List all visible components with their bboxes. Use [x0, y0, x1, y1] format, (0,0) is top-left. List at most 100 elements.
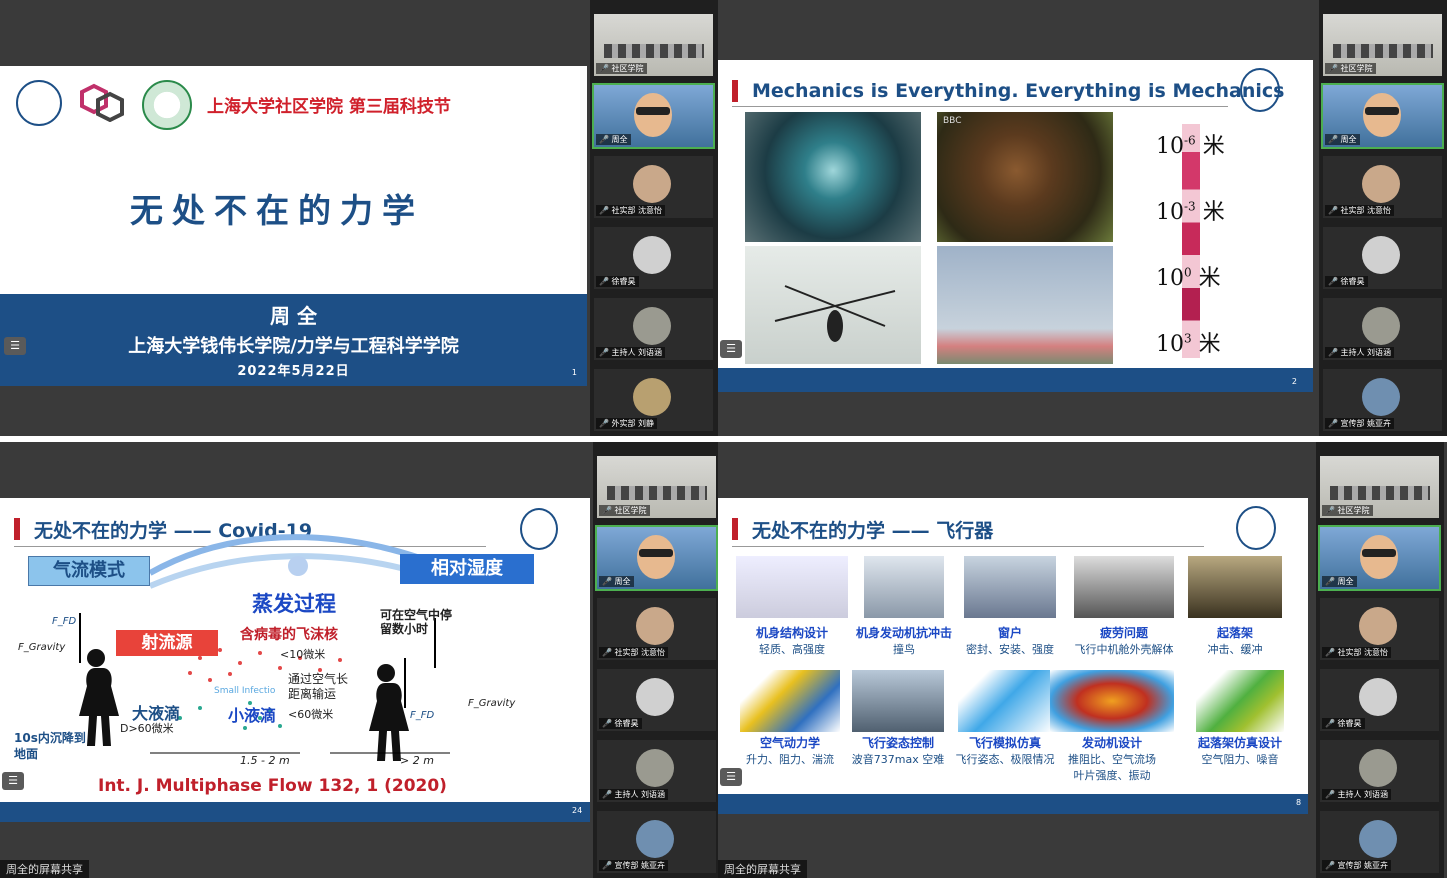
participant-tile[interactable]: 🎤 宣传部 姚亚卉 — [597, 811, 716, 873]
topic-subtitle: 推阻比、空气流场 — [1068, 753, 1156, 766]
distance-2-label: > 2 m — [400, 754, 434, 767]
participant-tile[interactable]: 🎤 宣传部 姚亚卉 — [1323, 369, 1442, 431]
participant-name: 🎤 社实部 沈意怡 — [1322, 647, 1392, 658]
participant-tile[interactable]: 🎤 社实部 沈意怡 — [1320, 598, 1439, 660]
meeting-window-3: 无处不在的力学 —— Covid-19 气流模式 相对湿度 蒸发过程 可在空气中… — [0, 442, 718, 878]
participant-tile[interactable]: 🎤 徐睿昊 — [594, 227, 713, 289]
topic-caption: 疲劳问题 飞行中机舱外壳解体 — [1064, 624, 1184, 657]
avatar — [1359, 678, 1397, 716]
topic-title: 疲劳问题 — [1099, 626, 1148, 640]
stay-in-air-label: 可在空气中停留数小时 — [380, 608, 453, 636]
topic-caption: 空气动力学 升力、阻力、湍流 — [730, 734, 850, 767]
participant-tile[interactable]: 🎤 周全 — [592, 83, 715, 149]
avatar — [636, 820, 674, 858]
topic-image — [852, 670, 944, 732]
participant-tile[interactable]: 🎤 主持人 刘语涵 — [594, 298, 713, 360]
topic-image — [864, 556, 944, 618]
presenter-affiliation: 上海大学钱伟长学院/力学与工程科学学院 — [128, 336, 459, 357]
avatar — [633, 378, 671, 416]
participant-tile[interactable]: 🎤 社实部 沈意怡 — [1323, 156, 1442, 218]
participant-tile[interactable]: 🎤 社区学院 — [1320, 456, 1439, 518]
avatar — [636, 749, 674, 787]
topic-caption: 机身发动机抗冲击 撞鸟 — [844, 624, 964, 657]
topic-image — [1074, 556, 1174, 618]
jet-source-box: 射流源 — [116, 630, 218, 656]
participant-tile[interactable]: 🎤 外实部 刘静 — [594, 369, 713, 431]
meeting-window-4: 无处不在的力学 —— 飞行器 机身结构设计 轻质、高强度 机身发动机抗冲击 撞鸟 窗户密… — [718, 442, 1447, 878]
avatar — [633, 307, 671, 345]
scale-label: 103 米 — [1156, 331, 1221, 357]
topic-subtitle: 波音737max 空难 — [851, 753, 945, 766]
citation: Int. J. Multiphase Flow 132, 1 (2020) — [98, 776, 447, 796]
participant-tile[interactable]: 🎤 周全 — [1321, 83, 1444, 149]
participant-strip: 🎤 社区学院 🎤 周全 🎤 社实部 沈意怡 🎤 徐睿昊 🎤 主持人 刘语涵 🎤 宣传部 姚… — [1316, 442, 1444, 878]
participant-tile[interactable]: 🎤 周全 — [595, 525, 718, 591]
participant-strip: 🎤 社区学院 🎤 周全 🎤 社实部 沈意怡 🎤 徐睿昊 🎤 主持人 刘语涵 🎤 宣传部 姚… — [593, 442, 718, 878]
participant-tile[interactable]: 🎤 徐睿昊 — [1320, 669, 1439, 731]
topic-image — [1050, 670, 1174, 732]
participant-tile[interactable]: 🎤 宣传部 姚亚卉 — [1320, 811, 1439, 873]
participant-tile[interactable]: 🎤 主持人 刘语涵 — [1323, 298, 1442, 360]
shu-logo-icon — [1236, 506, 1276, 550]
participant-name: 🎤 社区学院 — [596, 63, 647, 74]
airflow-mode-box: 气流模式 — [28, 556, 150, 586]
avatar — [1359, 607, 1397, 645]
screen-share-label: 周全的屏幕共享 — [0, 860, 89, 878]
page-number: 8 — [1296, 798, 1302, 807]
menu-icon[interactable]: ☰ — [720, 768, 742, 786]
slide-mechanics: Mechanics is Everything. Everything is M… — [718, 60, 1313, 392]
presentation-date: 2022年5月22日 — [237, 364, 350, 379]
topic-title: 空气动力学 — [759, 736, 820, 750]
avatar — [636, 607, 674, 645]
avatar — [633, 165, 671, 203]
ffd-label-left: F_FD — [52, 616, 77, 627]
avatar — [633, 236, 671, 274]
festival-logo-icon — [142, 80, 192, 130]
menu-icon[interactable]: ☰ — [4, 337, 26, 355]
avatar — [1362, 307, 1400, 345]
menu-icon[interactable]: ☰ — [2, 772, 24, 790]
meeting-window-1: 上海大学社区学院 第三届科技节 无处不在的力学 周 全 上海大学钱伟长学院/力学… — [0, 0, 718, 436]
slide-footer — [718, 368, 1313, 392]
water-strider-image — [745, 246, 921, 364]
participant-name: 🎤 徐睿昊 — [596, 276, 639, 287]
participant-strip: 🎤 社区学院 🎤 周全 🎤 社实部 沈意怡 🎤 徐睿昊 🎤 主持人 刘语涵 🎤 宣传部 姚… — [1319, 0, 1447, 436]
presenter-name: 周 全 — [270, 304, 317, 328]
participant-name: 🎤 宣传部 姚亚卉 — [1322, 860, 1392, 871]
participant-tile[interactable]: 🎤 徐睿昊 — [1323, 227, 1442, 289]
lt60-label: <60微米 — [288, 708, 334, 721]
long-range-label: 通过空气长距离输运 — [288, 672, 349, 701]
participant-name: 🎤 主持人 刘语涵 — [1322, 789, 1392, 800]
sky-image — [937, 246, 1113, 364]
participant-tile[interactable]: 🎤 社区学院 — [597, 456, 716, 518]
slide-footer — [718, 794, 1308, 814]
menu-icon[interactable]: ☰ — [720, 340, 742, 358]
participant-tile[interactable]: 🎤 社区学院 — [594, 14, 713, 76]
participant-tile[interactable]: 🎤 周全 — [1318, 525, 1441, 591]
relative-humidity-box: 相对湿度 — [400, 554, 534, 584]
small-drop-label: 小液滴 — [228, 706, 277, 725]
participant-tile[interactable]: 🎤 社区学院 — [1323, 14, 1442, 76]
fgravity-label-left: F_Gravity — [18, 642, 66, 653]
virus-droplet-label: 含病毒的飞沫核 — [240, 627, 338, 643]
lt10-label: <10微米 — [280, 648, 326, 661]
avatar — [1359, 820, 1397, 858]
community-college-logo-icon — [80, 82, 124, 123]
topic-subtitle: 密封、安装、强度 — [966, 643, 1054, 656]
avatar — [1362, 378, 1400, 416]
participant-name: 🎤 社实部 沈意怡 — [1325, 205, 1395, 216]
participant-tile[interactable]: 🎤 社实部 沈意怡 — [597, 598, 716, 660]
shu-logo-icon — [16, 80, 62, 126]
slide-title: 无处不在的力学 —— 飞行器 — [752, 520, 994, 542]
participant-strip: 🎤 社区学院 🎤 周全 🎤 社实部 沈意怡 🎤 徐睿昊 🎤 主持人 刘语涵 🎤 外实部 刘… — [590, 0, 718, 436]
screen-share-label: 周全的屏幕共享 — [718, 860, 807, 878]
participant-tile[interactable]: 🎤 徐睿昊 — [597, 669, 716, 731]
scale-label: 10-6 米 — [1156, 133, 1225, 159]
participant-tile[interactable]: 🎤 主持人 刘语涵 — [597, 740, 716, 802]
topic-caption: 发动机设计 推阻比、空气流场 叶片强度、振动 — [1052, 734, 1172, 783]
participant-tile[interactable]: 🎤 主持人 刘语涵 — [1320, 740, 1439, 802]
fgravity-label-right: F_Gravity — [468, 698, 516, 709]
participant-name: 🎤 社实部 沈意怡 — [599, 647, 669, 658]
participant-name: 🎤 徐睿昊 — [1325, 276, 1368, 287]
participant-tile[interactable]: 🎤 社实部 沈意怡 — [594, 156, 713, 218]
